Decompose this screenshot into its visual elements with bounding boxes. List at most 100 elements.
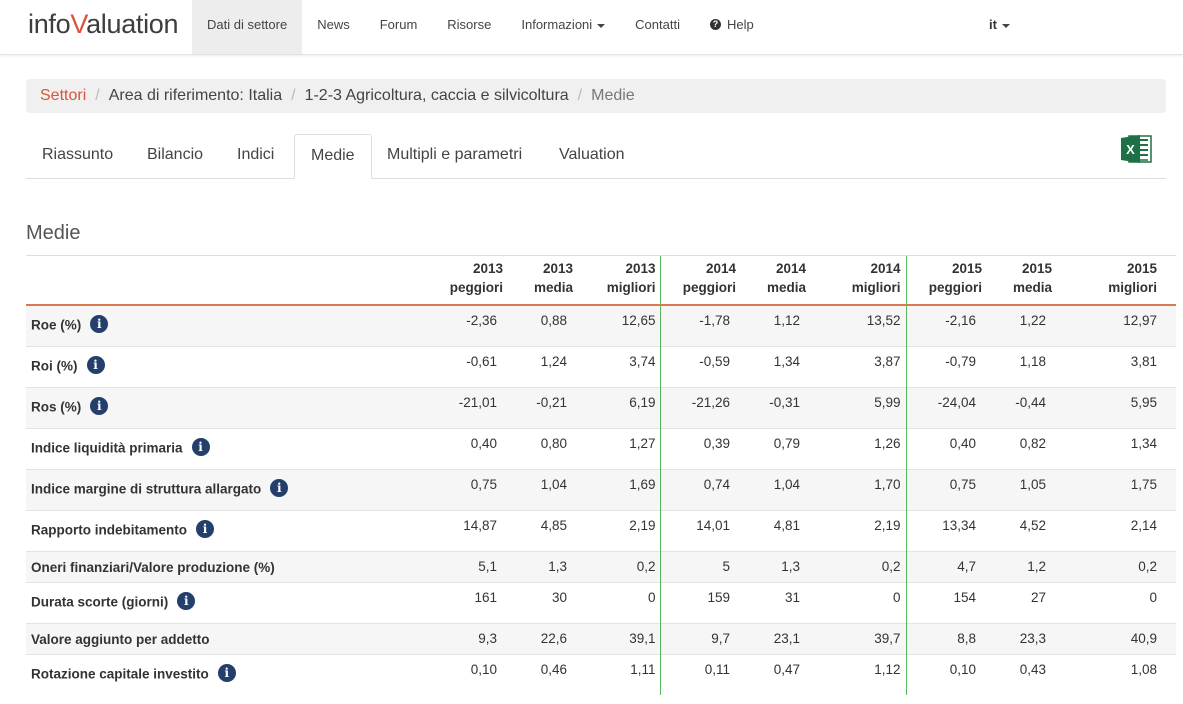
table-cell: 0,80 <box>515 428 585 470</box>
table-cell: 0,11 <box>659 654 748 695</box>
tab-multipli-e-parametri[interactable]: Multipli e parametri <box>371 134 538 178</box>
main-nav: Dati di settore News Forum Risorse Infor… <box>192 0 769 54</box>
table-cell: 0,40 <box>437 428 515 470</box>
table-cell: 12,97 <box>1064 304 1176 347</box>
column-header: 2014 media <box>748 255 818 306</box>
nav-item-help-label: Help <box>726 17 754 32</box>
table-cell: 1,12 <box>818 654 906 695</box>
nav-item-informazioni[interactable]: Informazioni <box>506 0 620 54</box>
table-cell: -0,79 <box>905 346 994 388</box>
table-cell: 3,74 <box>585 346 660 388</box>
table-cell: 1,12 <box>748 304 818 347</box>
table-cell: 0,2 <box>585 551 660 583</box>
table-row: Durata scorte (giorni) i 161 30 0 159 31 0 154 27… <box>26 582 1176 624</box>
table-cell: 23,1 <box>748 623 818 655</box>
svg-text:X: X <box>1126 142 1135 157</box>
table-cell: 1,34 <box>748 346 818 388</box>
row-label-cell: Roe (%) i <box>26 304 437 347</box>
column-header: 2015 media <box>994 255 1064 306</box>
table-cell: -21,01 <box>437 387 515 429</box>
table-cell: 1,04 <box>515 469 585 511</box>
table-cell: 0,2 <box>818 551 906 583</box>
table-cell: 1,34 <box>1064 428 1176 470</box>
table-row: Rapporto indebitamento i 14,87 4,85 2,19 14,0… <box>26 510 1176 552</box>
table-cell: 0,82 <box>994 428 1064 470</box>
table-row: Rotazione capitale investito i 0,10 0,46 1,1… <box>26 654 1176 695</box>
nav-item-help[interactable]: ? Help <box>695 0 769 54</box>
info-icon[interactable]: i <box>217 664 236 682</box>
table-cell: 13,52 <box>818 304 906 347</box>
nav-item-contatti[interactable]: Contatti <box>620 0 695 54</box>
breadcrumb-area: Area di riferimento: Italia <box>108 87 283 104</box>
breadcrumb-separator: / <box>577 87 583 104</box>
top-navbar: infoValuation Dati di settore News Forum… <box>0 0 1183 55</box>
tab-valuation[interactable]: Valuation <box>543 134 641 178</box>
table-row: Roe (%) i -2,36 0,88 12,65 -1,78 1,12 13,52 -2,1… <box>26 304 1176 347</box>
table-cell: 3,87 <box>818 346 906 388</box>
table-header-row: 2013 peggiori 2013 media 2013 migliori 2014… <box>26 255 1176 306</box>
info-icon[interactable]: i <box>177 592 196 610</box>
nav-item-risorse[interactable]: Risorse <box>432 0 506 54</box>
table-cell: 159 <box>659 582 748 624</box>
info-icon[interactable]: i <box>90 315 109 333</box>
column-header: 2014 migliori <box>818 255 906 306</box>
chevron-down-icon <box>1001 23 1010 28</box>
info-icon[interactable]: i <box>90 397 109 415</box>
breadcrumb-settori[interactable]: Settori <box>40 87 86 104</box>
row-label-cell: Ros (%) i <box>26 387 437 429</box>
info-icon[interactable]: i <box>86 356 105 374</box>
table-cell: 1,11 <box>585 654 660 695</box>
table-cell: 0,40 <box>905 428 994 470</box>
table-cell: -2,36 <box>437 304 515 347</box>
table-cell: 1,69 <box>585 469 660 511</box>
question-circle-icon: ? <box>709 19 721 31</box>
tab-bilancio[interactable]: Bilancio <box>131 134 219 178</box>
table-cell: 4,81 <box>748 510 818 552</box>
info-icon[interactable]: i <box>191 438 210 456</box>
table-cell: -0,31 <box>748 387 818 429</box>
table-cell: 5,1 <box>437 551 515 583</box>
row-label: Valore aggiunto per addetto <box>31 631 210 647</box>
row-label-cell: Rotazione capitale investito i <box>26 654 437 695</box>
breadcrumb: Settori / Area di riferimento: Italia / 1-2-… <box>26 79 1166 113</box>
table-cell: 4,52 <box>994 510 1064 552</box>
table-cell: 0,46 <box>515 654 585 695</box>
column-header: 2013 migliori <box>585 255 660 306</box>
table-cell: 1,27 <box>585 428 660 470</box>
data-table: 2013 peggiori 2013 media 2013 migliori 2014… <box>26 255 1176 695</box>
table-cell: -0,61 <box>437 346 515 388</box>
nav-item-news[interactable]: News <box>302 0 365 54</box>
table-cell: 9,3 <box>437 623 515 655</box>
language-selector[interactable]: it <box>989 0 1010 50</box>
tab-riassunto[interactable]: Riassunto <box>26 134 129 178</box>
table-cell: 1,05 <box>994 469 1064 511</box>
table-cell: 5,95 <box>1064 387 1176 429</box>
table-cell: -21,26 <box>659 387 748 429</box>
tab-medie[interactable]: Medie <box>294 134 372 179</box>
nav-item-dati-di-settore[interactable]: Dati di settore <box>192 0 303 54</box>
brand-logo[interactable]: infoValuation <box>28 9 179 40</box>
table-cell: 12,65 <box>585 304 660 347</box>
table-cell: 23,3 <box>994 623 1064 655</box>
tab-indici[interactable]: Indici <box>221 134 290 178</box>
table-cell: 14,87 <box>437 510 515 552</box>
info-icon[interactable]: i <box>196 520 214 538</box>
table-cell: 161 <box>437 582 515 624</box>
excel-icon[interactable]: X <box>1120 134 1152 164</box>
table-cell: 2,19 <box>585 510 660 552</box>
table-cell: 1,3 <box>515 551 585 583</box>
table-cell: 0,10 <box>905 654 994 695</box>
table-cell: 0,39 <box>659 428 748 470</box>
nav-item-forum[interactable]: Forum <box>365 0 433 54</box>
table-cell: 0,74 <box>659 469 748 511</box>
table-cell: 0,88 <box>515 304 585 347</box>
row-label: Roe (%) <box>31 317 82 333</box>
table-cell: 3,81 <box>1064 346 1176 388</box>
column-header: 2013 media <box>515 255 585 306</box>
info-icon[interactable]: i <box>270 479 289 497</box>
row-label: Indice liquidità primaria <box>31 440 183 456</box>
table-cell: 1,08 <box>1064 654 1176 695</box>
row-label-cell: Valore aggiunto per addetto <box>26 623 437 655</box>
table-cell: 1,18 <box>994 346 1064 388</box>
table-cell: 0,79 <box>748 428 818 470</box>
